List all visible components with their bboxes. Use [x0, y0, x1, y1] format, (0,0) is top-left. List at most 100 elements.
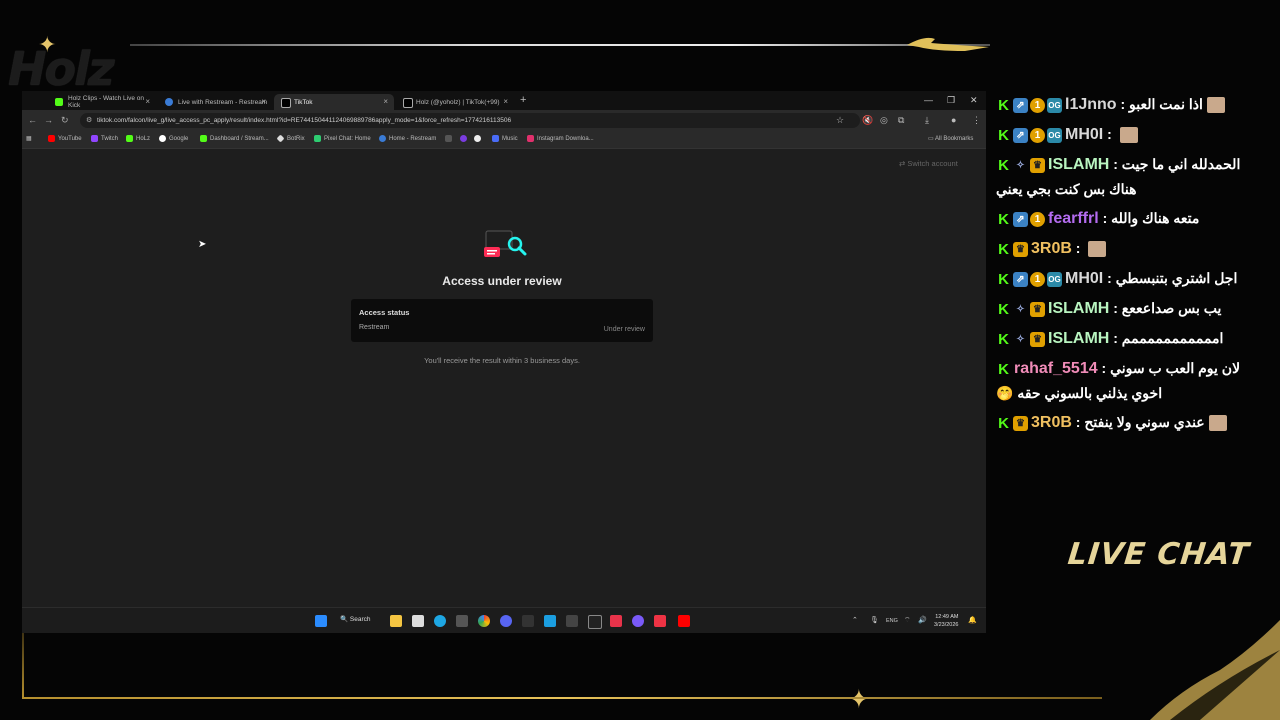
bookmark-twitch[interactable]: Twitch: [91, 135, 118, 142]
app-icon[interactable]: [566, 615, 578, 627]
subscriber-badge-icon: ⇗: [1013, 127, 1028, 143]
chat-badges: K ✧ ♛: [996, 301, 1045, 317]
tab-label: TikTok: [294, 98, 313, 106]
kick-badge-icon: K: [998, 360, 1009, 378]
youtube-icon: [48, 135, 55, 142]
chat-username: fearffrl: [1048, 210, 1099, 227]
bookmark-music[interactable]: Music: [492, 135, 518, 142]
mouse-cursor-icon: ➤: [198, 239, 207, 250]
tab-kick-clips[interactable]: Holz Clips - Watch Live on Kick ×: [48, 94, 156, 110]
start-icon[interactable]: [315, 615, 327, 627]
chat-badges: K ✧ ♛: [996, 331, 1045, 347]
star-icon: ✦: [848, 684, 870, 714]
back-icon[interactable]: ←: [28, 115, 37, 125]
bookmark-small-icon: [445, 135, 452, 142]
capcut-icon[interactable]: [588, 615, 602, 629]
kick-badge-icon: K: [998, 126, 1009, 144]
store-icon[interactable]: [412, 615, 424, 627]
new-tab-icon[interactable]: +: [520, 94, 526, 106]
all-bookmarks[interactable]: ▭ All Bookmarks: [928, 135, 973, 142]
chat-text: عندي سوني ولا ينفتح: [1084, 414, 1205, 430]
language-indicator[interactable]: ENG: [886, 618, 898, 624]
close-tab-icon[interactable]: ×: [503, 97, 508, 106]
minimize-icon[interactable]: —: [924, 95, 933, 105]
bookmark-icon-only[interactable]: [445, 135, 452, 142]
tab-tiktok[interactable]: TikTok ×: [274, 94, 394, 110]
bookmarks-bar: ▦ YouTube Twitch HoLz Google Dashboard /…: [22, 131, 986, 149]
emote-icon: [1119, 127, 1138, 144]
bookmark-star-icon[interactable]: ☆: [836, 115, 844, 126]
extension-icon[interactable]: ◎: [880, 115, 888, 126]
file-explorer-icon[interactable]: [390, 615, 402, 627]
site-info-icon[interactable]: ⚙: [86, 113, 92, 128]
bookmark-restream[interactable]: Home - Restream: [379, 135, 436, 142]
bookmark-holz[interactable]: HoLz: [126, 135, 150, 142]
close-tab-icon[interactable]: ×: [383, 97, 388, 106]
result-note: You'll receive the result within 3 busin…: [424, 356, 580, 365]
app-icon[interactable]: [654, 615, 666, 627]
bookmark-pixel-chat[interactable]: Pixel Chat: Home: [314, 135, 371, 142]
edge-icon[interactable]: [434, 615, 446, 627]
tab-restream[interactable]: Live with Restream - Restream ×: [158, 94, 272, 110]
notification-icon[interactable]: 🔔: [968, 616, 977, 624]
chat-message: K ✧ ♛ ISLAMH : امممممممممممم: [990, 324, 1262, 354]
crown-badge-icon: ♛: [1030, 301, 1045, 317]
url-field[interactable]: ⚙ tiktok.com/falcon/live_g/live_access_p…: [80, 113, 860, 128]
bookmark-instagram[interactable]: Instagram Downloa...: [527, 135, 594, 142]
crown-badge-icon: ♛: [1013, 415, 1028, 431]
adobe-icon[interactable]: [610, 615, 622, 627]
menu-icon[interactable]: ⋮: [972, 115, 981, 126]
reload-icon[interactable]: ↻: [61, 115, 69, 126]
obs-icon[interactable]: [522, 615, 534, 627]
microphone-icon[interactable]: 🎙: [870, 616, 879, 624]
bookmark-icon-only[interactable]: [460, 135, 467, 142]
forward-icon[interactable]: →: [44, 115, 53, 125]
chat-username: MH0I: [1065, 270, 1104, 287]
app-icon[interactable]: [456, 615, 468, 627]
tab-tiktok-profile[interactable]: Holz (@yoholz) | TikTok(+99) ×: [396, 94, 514, 110]
gift-badge-icon: 1: [1030, 97, 1045, 113]
app-icon[interactable]: [632, 615, 644, 627]
crown-badge-icon: ♛: [1030, 331, 1045, 347]
taskbar-clock[interactable]: 12:49 AM 3/23/2026: [934, 613, 958, 629]
chat-message: K ⇗ 1 OG l1Jnno : اذا نمت العبو: [990, 90, 1262, 120]
emote-icon: [1208, 415, 1227, 432]
bookmark-dashboard[interactable]: Dashboard / Stream...: [200, 135, 269, 142]
kick-icon: [200, 135, 207, 142]
chat-message: K ♛ 3R0B :: [990, 234, 1262, 264]
download-icon[interactable]: ⤓: [925, 115, 929, 126]
restream-icon: [379, 135, 386, 142]
maximize-icon[interactable]: ❐: [947, 95, 955, 106]
profile-icon[interactable]: ●: [951, 115, 956, 125]
close-tab-icon[interactable]: ×: [261, 97, 266, 106]
bookmark-icon-only[interactable]: [474, 135, 481, 142]
wifi-icon[interactable]: ⌔: [904, 616, 911, 625]
kick-icon: [126, 135, 133, 142]
tab-label: Holz Clips - Watch Live on Kick: [68, 95, 144, 109]
tab-bar: Holz Clips - Watch Live on Kick × Live w…: [22, 91, 986, 110]
discord-icon[interactable]: [500, 615, 512, 627]
youtube-icon[interactable]: [678, 615, 690, 627]
steam-icon[interactable]: [544, 615, 556, 627]
bookmark-botrix[interactable]: BotRix: [276, 134, 305, 143]
emote-icon: [1088, 241, 1107, 258]
bookmark-youtube[interactable]: YouTube: [48, 135, 82, 142]
close-window-icon[interactable]: ✕: [970, 95, 978, 106]
chat-message: K ♛ 3R0B : عندي سوني ولا ينفتح: [990, 408, 1262, 438]
taskbar-search[interactable]: 🔍 Search: [340, 615, 371, 623]
bookmark-google[interactable]: Google: [159, 135, 188, 142]
mute-icon[interactable]: 🔇: [862, 115, 873, 126]
chrome-icon[interactable]: [478, 615, 490, 627]
volume-icon[interactable]: 🔊: [918, 616, 927, 624]
chat-badges: K ♛: [996, 241, 1028, 257]
status-heading: Access status: [359, 308, 410, 317]
puzzle-icon[interactable]: ⧉: [898, 115, 904, 126]
switch-account-link[interactable]: ⇄ Switch account: [899, 159, 958, 168]
tray-chevron-icon[interactable]: ⌃: [852, 616, 858, 624]
bookmark-small-icon: [460, 135, 467, 142]
apps-icon[interactable]: ▦: [26, 135, 32, 142]
emote-icon: [1206, 97, 1225, 114]
close-tab-icon[interactable]: ×: [145, 97, 150, 106]
chat-username: l1Jnno: [1065, 96, 1117, 113]
overlay-top-line: [130, 44, 990, 46]
